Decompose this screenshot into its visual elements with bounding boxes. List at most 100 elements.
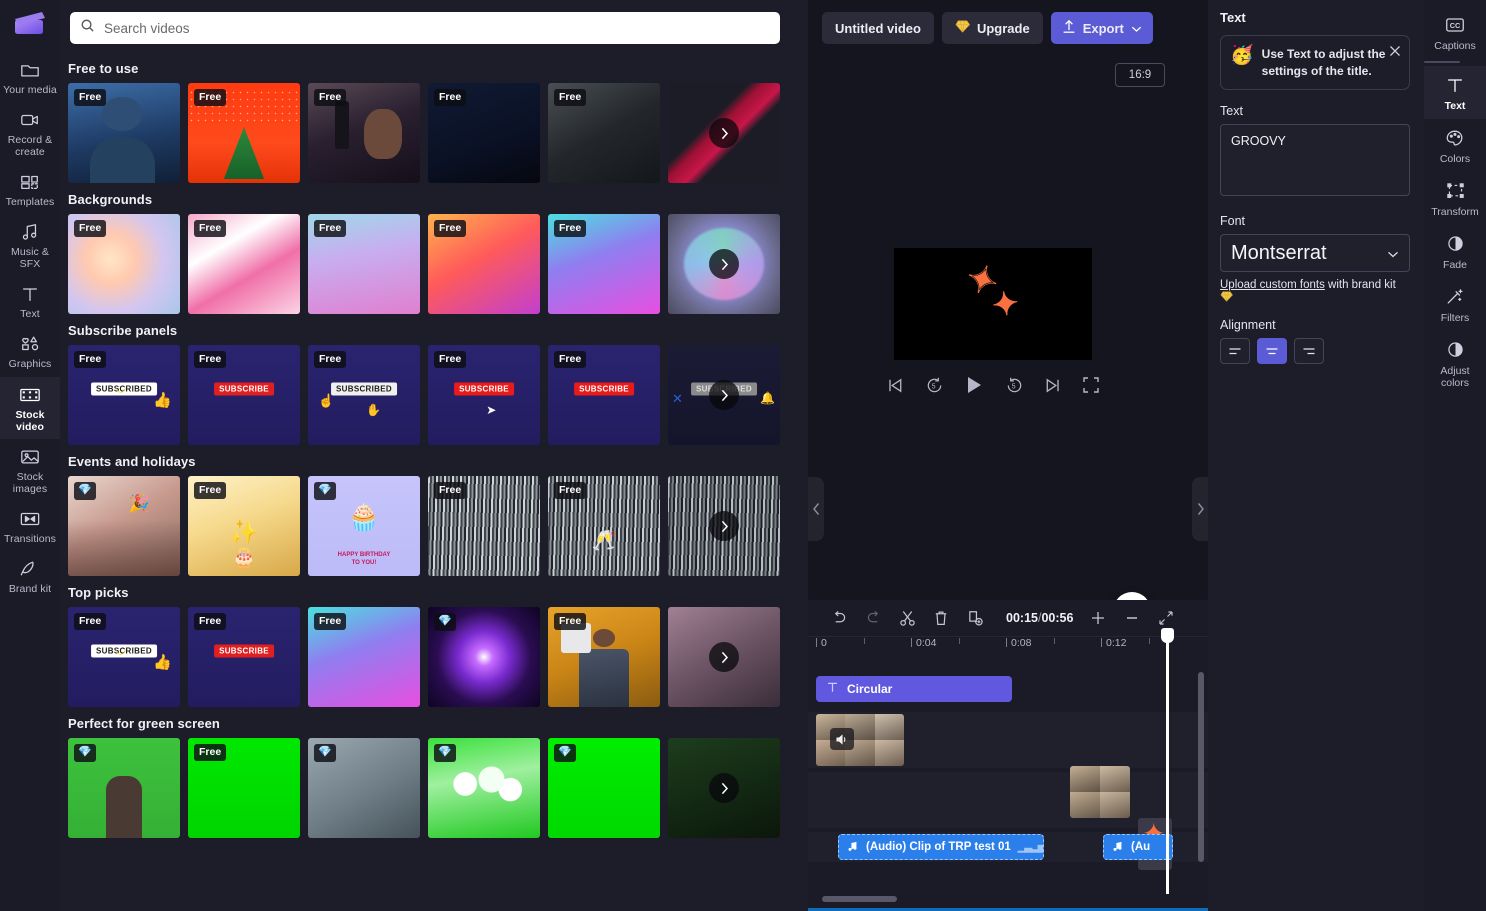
right-tab-text[interactable]: Text: [1424, 66, 1486, 119]
collapse-left-panel-button[interactable]: [808, 477, 824, 541]
export-button[interactable]: Export: [1051, 12, 1153, 44]
audio-clip-2[interactable]: (Au: [1103, 834, 1173, 860]
sidebar-item-text[interactable]: Text: [0, 276, 60, 326]
align-center-button[interactable]: [1257, 338, 1287, 364]
text-input[interactable]: [1220, 124, 1410, 196]
sidebar-item-graphics[interactable]: Graphics: [0, 326, 60, 376]
scissors-icon[interactable]: [890, 603, 924, 633]
sidebar-item-brand-kit[interactable]: Brand kit: [0, 551, 60, 601]
media-card[interactable]: Free: [308, 83, 420, 183]
playhead[interactable]: [1166, 636, 1169, 894]
trash-icon[interactable]: [924, 603, 958, 633]
show-more-button[interactable]: [709, 249, 739, 279]
media-card[interactable]: 🧁HAPPY BIRTHDAYTO YOU!💎: [308, 476, 420, 576]
media-card[interactable]: Free: [188, 83, 300, 183]
media-card[interactable]: Free: [428, 83, 540, 183]
right-tab-transform[interactable]: Transform: [1424, 172, 1486, 225]
sidebar-item-your-media[interactable]: Your media: [0, 52, 60, 102]
right-tab-colors[interactable]: Colors: [1424, 119, 1486, 172]
media-card[interactable]: [668, 214, 780, 314]
media-card[interactable]: Free: [68, 83, 180, 183]
timeline-horizontal-scrollbar[interactable]: [822, 896, 897, 902]
redo-icon[interactable]: [856, 603, 890, 633]
media-card[interactable]: Free: [548, 83, 660, 183]
media-card[interactable]: Free: [428, 214, 540, 314]
media-card[interactable]: SUBSCRIBED☝✋Free: [308, 345, 420, 445]
sidebar-item-stock-video[interactable]: Stock video: [0, 377, 60, 439]
show-more-button[interactable]: [709, 511, 739, 541]
skip-back-icon[interactable]: [886, 376, 905, 395]
search-input[interactable]: [104, 21, 770, 36]
media-card[interactable]: Free: [428, 476, 540, 576]
sidebar-item-record-create[interactable]: Record & create: [0, 102, 60, 164]
play-icon[interactable]: [963, 374, 985, 396]
duplicate-icon[interactable]: [958, 603, 992, 633]
media-card[interactable]: 💎: [308, 738, 420, 838]
media-card[interactable]: SUBSCRIBEFree: [188, 345, 300, 445]
media-card[interactable]: ✨🎂Free: [188, 476, 300, 576]
zoom-out-icon[interactable]: [1115, 603, 1149, 633]
video-preview[interactable]: ✦ ✦: [894, 248, 1092, 360]
sidebar-item-transitions[interactable]: Transitions: [0, 501, 60, 551]
media-card[interactable]: 💎: [428, 607, 540, 707]
project-title-button[interactable]: Untitled video: [822, 12, 934, 44]
show-more-button[interactable]: [709, 773, 739, 803]
waveform: ▁▃▂▅▇▅▃▂▁: [1018, 842, 1044, 853]
media-row: SUBSCRIBED👍◡FreeSUBSCRIBEFreeSUBSCRIBED☝…: [60, 345, 808, 445]
undo-icon[interactable]: [822, 603, 856, 633]
show-more-button[interactable]: [709, 642, 739, 672]
close-icon[interactable]: [1389, 44, 1401, 62]
collapse-right-panel-button[interactable]: [1192, 477, 1208, 541]
media-card[interactable]: SUBSCRIBED👍◡Free: [68, 345, 180, 445]
media-card[interactable]: SUBSCRIBEFree: [188, 607, 300, 707]
audio-clip-1[interactable]: (Audio) Clip of TRP test 01 ▁▃▂▅▇▅▃▂▁: [838, 834, 1044, 860]
media-card[interactable]: SUBSCRIBEFree: [548, 345, 660, 445]
upgrade-button[interactable]: Upgrade: [942, 12, 1043, 44]
timeline-ruler[interactable]: 00:040:080:12: [808, 636, 1208, 658]
sidebar-item-stock-images[interactable]: Stock images: [0, 439, 60, 501]
media-card[interactable]: 💎: [428, 738, 540, 838]
video-clip-meeting-2[interactable]: [1070, 766, 1130, 818]
media-card[interactable]: SUBSCRIBE➤Free: [428, 345, 540, 445]
timeline-vertical-scrollbar[interactable]: [1198, 672, 1204, 862]
media-card[interactable]: Free: [188, 738, 300, 838]
media-card[interactable]: [668, 607, 780, 707]
right-tab-captions[interactable]: CCCaptions: [1424, 6, 1486, 59]
media-card[interactable]: 💎: [68, 738, 180, 838]
font-select[interactable]: Montserrat: [1220, 234, 1410, 272]
fullscreen-icon[interactable]: [1082, 376, 1100, 394]
show-more-button[interactable]: [709, 380, 739, 410]
text-clip[interactable]: Circular: [816, 676, 1012, 702]
forward-5-icon[interactable]: 5: [1005, 376, 1024, 395]
speaker-icon[interactable]: [830, 728, 854, 750]
skip-forward-icon[interactable]: [1043, 376, 1062, 395]
media-card[interactable]: Free: [68, 214, 180, 314]
search-box[interactable]: [70, 12, 780, 44]
zoom-in-icon[interactable]: [1081, 603, 1115, 633]
media-card[interactable]: Free: [308, 214, 420, 314]
media-card[interactable]: Free: [548, 607, 660, 707]
media-card[interactable]: 🥂Free: [548, 476, 660, 576]
aspect-ratio-button[interactable]: 16:9: [1115, 63, 1165, 87]
upload-custom-fonts-link[interactable]: Upload custom fonts: [1220, 279, 1325, 291]
sidebar-item-templates[interactable]: Templates: [0, 164, 60, 214]
video-clip-meeting-1[interactable]: [816, 714, 904, 766]
media-card[interactable]: Free: [548, 214, 660, 314]
media-card[interactable]: 💎: [548, 738, 660, 838]
sidebar-item-music-sfx[interactable]: Music & SFX: [0, 214, 60, 276]
right-tab-adjust-colors[interactable]: Adjust colors: [1424, 331, 1486, 396]
media-card[interactable]: [668, 83, 780, 183]
media-card[interactable]: [668, 476, 780, 576]
align-right-button[interactable]: [1294, 338, 1324, 364]
media-card[interactable]: Free: [188, 214, 300, 314]
right-tab-filters[interactable]: Filters: [1424, 278, 1486, 331]
align-left-button[interactable]: [1220, 338, 1250, 364]
media-card[interactable]: [668, 738, 780, 838]
media-card[interactable]: 🎉💎: [68, 476, 180, 576]
rewind-5-icon[interactable]: 5: [925, 376, 944, 395]
media-card[interactable]: SUBSCRIBED👍◡Free: [68, 607, 180, 707]
right-tab-fade[interactable]: Fade: [1424, 225, 1486, 278]
show-more-button[interactable]: [709, 118, 739, 148]
media-card[interactable]: Free: [308, 607, 420, 707]
media-card[interactable]: SUBSCRIBED🔔✕: [668, 345, 780, 445]
